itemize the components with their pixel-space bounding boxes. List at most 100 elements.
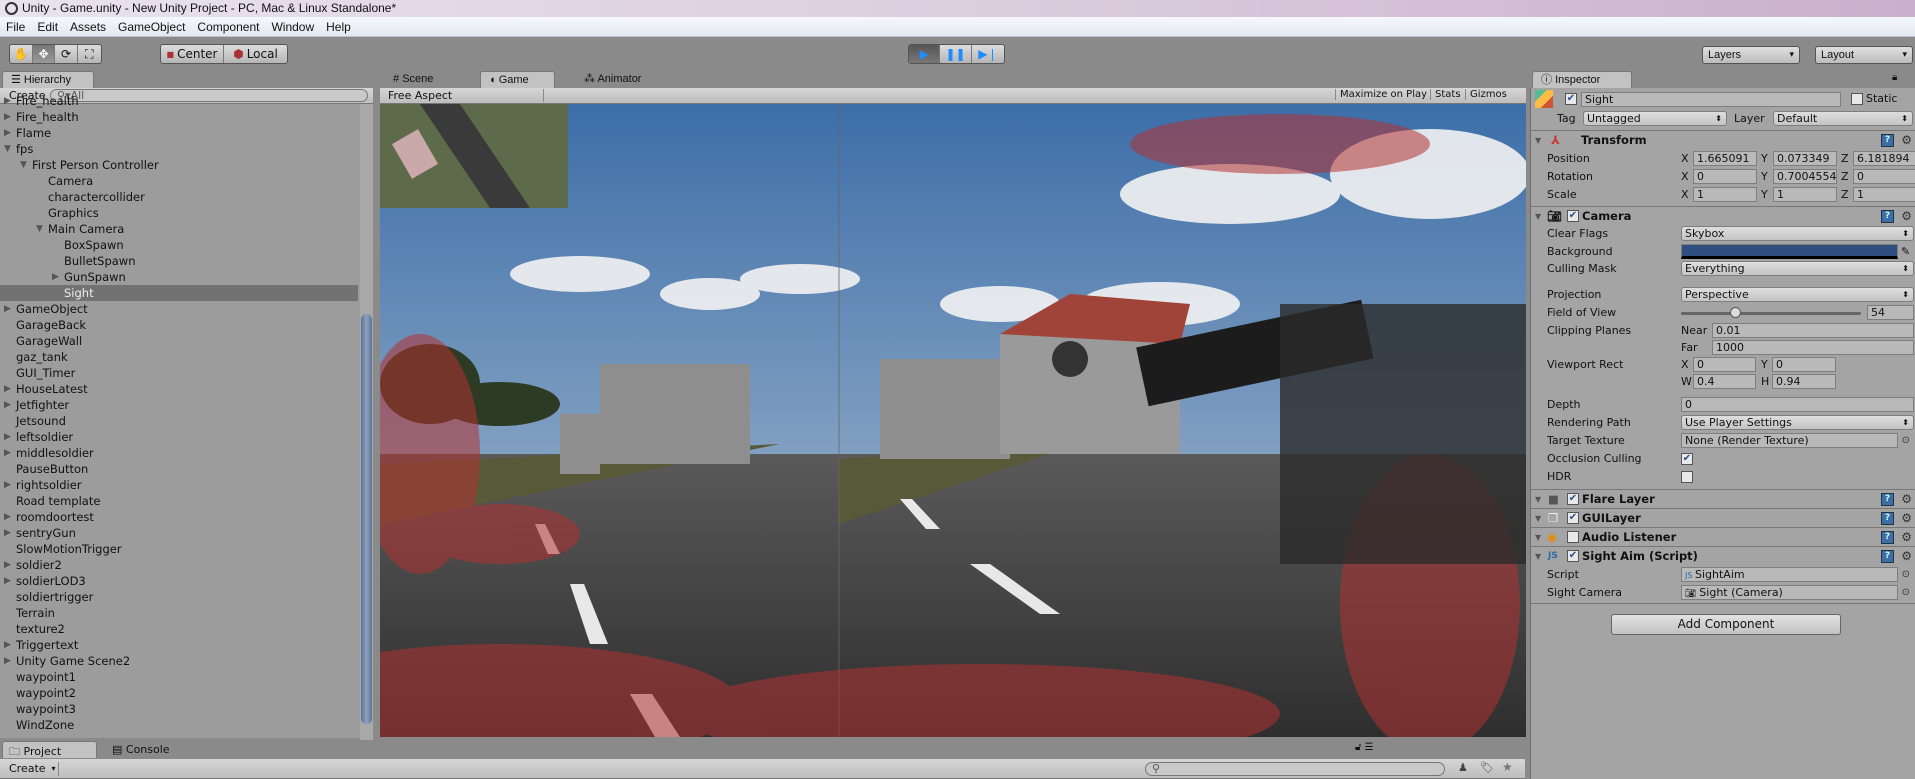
position-y-field[interactable]: 0.073349 [1773, 151, 1837, 166]
hierarchy-item[interactable]: texture2 [0, 621, 358, 637]
rendering-path-dropdown[interactable]: Use Player Settings [1681, 415, 1914, 430]
tab-scene[interactable]: # Scene [385, 71, 441, 88]
collapsed-arrow-icon[interactable]: ▶ [4, 125, 11, 141]
gear-icon[interactable]: ⚙ [1901, 490, 1912, 509]
audio-listener-header[interactable]: ▼ ◉ Audio Listener? ⚙ [1531, 527, 1915, 546]
tag-dropdown[interactable]: Untagged [1583, 111, 1727, 126]
hierarchy-item[interactable]: ▶ soldierLOD3 [0, 573, 358, 589]
far-field[interactable]: 1000 [1712, 340, 1914, 355]
guilayer-header[interactable]: ▼ ❐ ✔ GUILayer? ⚙ [1531, 508, 1915, 527]
hierarchy-item[interactable]: WindZone [0, 717, 358, 733]
scrollbar-thumb[interactable] [361, 314, 372, 724]
aspect-dropdown[interactable]: Free Aspect [384, 89, 544, 102]
menu-help[interactable]: Help [320, 20, 357, 34]
stats-toggle[interactable]: Stats [1430, 89, 1465, 100]
transform-header[interactable]: ▼ ⅄ Transform? ⚙ [1531, 130, 1915, 149]
tab-inspector[interactable]: ⓘ Inspector [1532, 71, 1632, 88]
hierarchy-item[interactable]: Terrain [0, 605, 358, 621]
collapsed-arrow-icon[interactable]: ▶ [52, 269, 59, 285]
rotation-y-field[interactable]: 0.7004554 [1773, 169, 1837, 184]
hierarchy-item[interactable]: ▶ Fire_health [0, 109, 358, 125]
gear-icon[interactable]: ⚙ [1901, 131, 1912, 150]
guilayer-enabled-checkbox[interactable]: ✔ [1567, 512, 1579, 524]
tab-hierarchy[interactable]: ☰ Hierarchy [2, 71, 94, 88]
gear-icon[interactable]: ⚙ [1901, 528, 1912, 547]
help-icon[interactable]: ? [1881, 210, 1894, 223]
scale-x-field[interactable]: 1 [1693, 187, 1757, 202]
hierarchy-item[interactable]: GUI_Timer [0, 365, 358, 381]
move-tool-icon[interactable]: ✥ [33, 45, 56, 63]
collapsed-arrow-icon[interactable]: ▶ [4, 653, 11, 669]
collapsed-arrow-icon[interactable]: ▶ [4, 397, 11, 413]
hierarchy-item[interactable]: ▶ roomdoortest [0, 509, 358, 525]
hierarchy-item[interactable]: soldiertrigger [0, 589, 358, 605]
hierarchy-item[interactable]: BulletSpawn [0, 253, 358, 269]
object-picker-icon[interactable]: ⊙ [1902, 584, 1910, 601]
hierarchy-item[interactable]: waypoint2 [0, 685, 358, 701]
camera-header[interactable]: ▼ 📷︎ ✔ Camera? ⚙ [1531, 206, 1915, 225]
hierarchy-item[interactable]: Camera [0, 173, 358, 189]
rotation-z-field[interactable]: 0 [1853, 169, 1915, 184]
gear-icon[interactable]: ⚙ [1901, 547, 1912, 566]
menu-file[interactable]: File [0, 20, 31, 34]
add-component-button[interactable]: Add Component [1611, 614, 1841, 635]
hierarchy-item[interactable]: Road template [0, 493, 358, 509]
clear-flags-dropdown[interactable]: Skybox [1681, 226, 1914, 241]
hierarchy-item[interactable]: SlowMotionTrigger [0, 541, 358, 557]
fov-slider-track[interactable] [1681, 312, 1861, 315]
fov-slider-handle[interactable] [1730, 307, 1741, 318]
scale-y-field[interactable]: 1 [1773, 187, 1837, 202]
flare-layer-header[interactable]: ▼ ■ ✔ Flare Layer? ⚙ [1531, 489, 1915, 508]
collapsed-arrow-icon[interactable]: ▶ [4, 93, 11, 109]
project-search-input[interactable]: ⚲ [1145, 762, 1445, 776]
menu-edit[interactable]: Edit [31, 20, 64, 34]
expanded-arrow-icon[interactable]: ▼ [20, 157, 27, 173]
tab-animator[interactable]: ⁂ Animator [576, 71, 649, 88]
pivot-local-button[interactable]: ⬢ Local [224, 45, 287, 63]
sight-aim-header[interactable]: ▼ JS ✔ Sight Aim (Script)? ⚙ [1531, 546, 1915, 565]
collapsed-arrow-icon[interactable]: ▶ [4, 573, 11, 589]
active-checkbox[interactable]: ✔ [1565, 93, 1577, 105]
rotate-tool-icon[interactable]: ⟳ [55, 45, 78, 63]
hierarchy-item[interactable]: waypoint1 [0, 669, 358, 685]
hierarchy-item[interactable]: waypoint3 [0, 701, 358, 717]
menu-window[interactable]: Window [265, 20, 320, 34]
position-x-field[interactable]: 1.665091 [1693, 151, 1757, 166]
near-field[interactable]: 0.01 [1712, 323, 1914, 338]
pause-button[interactable]: ❚❚ [940, 45, 972, 63]
hierarchy-item[interactable]: ▶ Jetfighter [0, 397, 358, 413]
projection-dropdown[interactable]: Perspective [1681, 287, 1914, 302]
sight-aim-enabled-checkbox[interactable]: ✔ [1567, 550, 1579, 562]
scale-tool-icon[interactable]: ⛶ [78, 45, 101, 63]
hierarchy-item[interactable]: ▶ Unity Game Scene2 [0, 653, 358, 669]
audio-enabled-checkbox[interactable] [1567, 531, 1579, 543]
hierarchy-item[interactable]: ▼ First Person Controller [0, 157, 358, 173]
occlusion-checkbox[interactable]: ✔ [1681, 453, 1693, 465]
hierarchy-item[interactable]: PauseButton [0, 461, 358, 477]
position-z-field[interactable]: 6.181894 [1853, 151, 1915, 166]
collapsed-arrow-icon[interactable]: ▶ [4, 445, 11, 461]
target-texture-field[interactable]: None (Render Texture) [1681, 433, 1898, 448]
hierarchy-item[interactable]: ▶ Triggertext [0, 637, 358, 653]
filter-label-icon[interactable]: 🏷︎ [1480, 761, 1494, 774]
menu-gameobject[interactable]: GameObject [112, 20, 191, 34]
gear-icon[interactable]: ⚙ [1901, 509, 1912, 528]
hierarchy-item[interactable]: ▶ HouseLatest [0, 381, 358, 397]
hierarchy-item[interactable]: GarageBack [0, 317, 358, 333]
object-name-field[interactable]: Sight [1581, 92, 1841, 107]
hierarchy-item[interactable]: Sight [0, 285, 358, 301]
layers-dropdown[interactable]: Layers [1702, 46, 1800, 64]
viewport-y-field[interactable]: 0 [1772, 357, 1836, 372]
step-button[interactable]: ▶❘ [972, 45, 1004, 63]
hierarchy-item[interactable]: Jetsound [0, 413, 358, 429]
collapsed-arrow-icon[interactable]: ▶ [4, 301, 11, 317]
filter-type-icon[interactable]: ♟ [1458, 761, 1468, 774]
collapsed-arrow-icon[interactable]: ▶ [4, 477, 11, 493]
object-picker-icon[interactable]: ⊙ [1902, 432, 1910, 449]
tab-console[interactable]: ▤ Console [108, 742, 174, 757]
viewport-w-field[interactable]: 0.4 [1693, 374, 1756, 389]
viewport-h-field[interactable]: 0.94 [1772, 374, 1836, 389]
expanded-arrow-icon[interactable]: ▼ [4, 141, 11, 157]
hierarchy-item[interactable]: ▼ fps [0, 141, 358, 157]
hierarchy-scrollbar[interactable] [360, 104, 373, 740]
